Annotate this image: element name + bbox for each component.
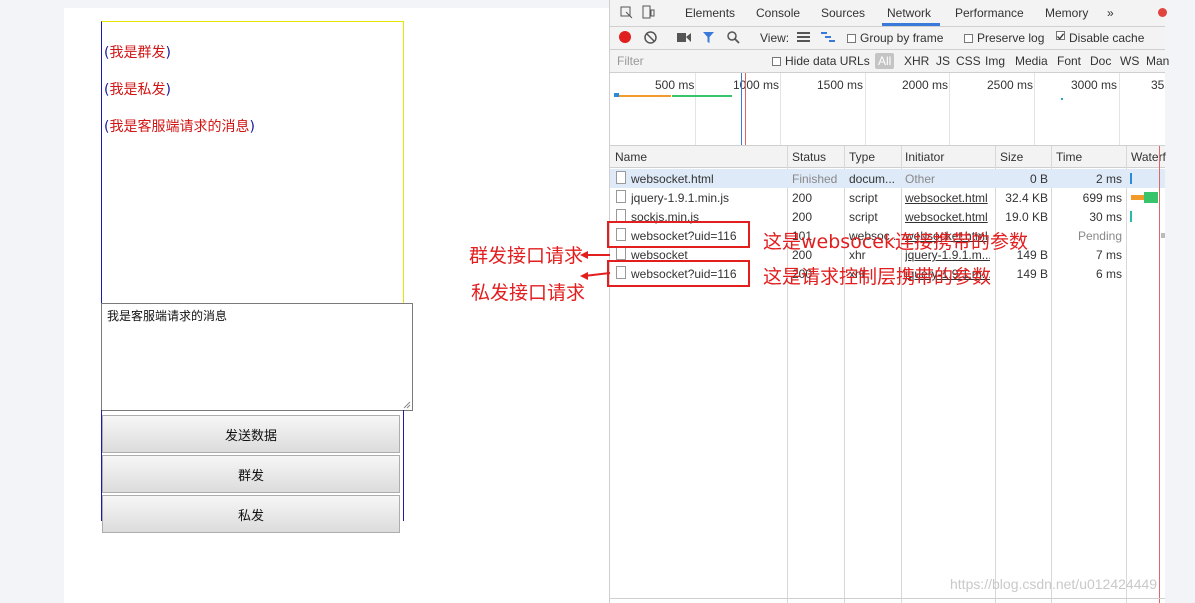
filter-input[interactable]: Filter [617, 54, 644, 68]
table-row[interactable]: websocket.html Finished docum... Other 0… [610, 169, 1165, 188]
message-item: (我是群发) [104, 45, 171, 61]
watermark: https://blog.csdn.net/u012424449 [950, 576, 1158, 592]
message-item: (我是私发) [104, 82, 171, 98]
more-tabs-button[interactable]: » [1107, 6, 1114, 20]
waterfall-bar [1130, 211, 1132, 222]
timeline-gridline [1034, 73, 1035, 145]
annotation-group-label: 群发接口请求 [469, 245, 584, 267]
table-row[interactable]: jquery-1.9.1.min.js 200 script websocket… [610, 188, 1165, 207]
send-data-button[interactable]: 发送数据 [102, 415, 400, 453]
column-initiator[interactable]: Initiator [905, 150, 944, 164]
timeline-tick: 2000 ms [902, 78, 949, 92]
file-icon [616, 171, 626, 184]
devtools-tab-bar: Elements Console Sources Network Perform… [610, 0, 1167, 27]
tab-memory[interactable]: Memory [1045, 6, 1088, 20]
column-name[interactable]: Name [615, 150, 647, 164]
column-type[interactable]: Type [849, 150, 875, 164]
filter-type-all[interactable]: All [875, 53, 895, 69]
active-tab-indicator [882, 23, 940, 26]
timeline-gridline [949, 73, 950, 145]
filter-icon[interactable] [702, 31, 715, 44]
filter-bar: Filter Hide data URLs All XHR JS CSS Img… [610, 50, 1169, 73]
waterfall-bar [1130, 173, 1132, 184]
annotation-ws-note: 这是websocek连接携带的参数 [763, 231, 1028, 253]
device-toolbar-icon[interactable] [642, 5, 655, 19]
waterfall-bar [1131, 195, 1144, 200]
timeline-bar-doc [614, 93, 619, 97]
timeline-gridline [865, 73, 866, 145]
filter-type-manifest[interactable]: Man [1146, 54, 1169, 68]
group-send-button[interactable]: 群发 [102, 455, 400, 493]
annotation-box-ws [607, 221, 750, 248]
annotation-ctrl-note: 这是请求控制层携带的参数 [763, 266, 992, 288]
filter-type-img[interactable]: Img [985, 54, 1005, 68]
filter-type-ws[interactable]: WS [1120, 54, 1139, 68]
tab-console[interactable]: Console [756, 6, 800, 20]
filter-type-doc[interactable]: Doc [1090, 54, 1111, 68]
filter-type-media[interactable]: Media [1015, 54, 1048, 68]
error-count-icon[interactable] [1158, 8, 1167, 17]
waterfall-overview-icon[interactable] [821, 32, 835, 43]
filter-type-js[interactable]: JS [936, 54, 950, 68]
record-icon[interactable] [619, 31, 631, 43]
status-bar-divider [610, 598, 1165, 599]
file-icon [616, 190, 626, 203]
timeline-bar-receive [672, 95, 732, 97]
message-item: (我是客服端请求的消息) [104, 119, 255, 135]
timeline-tick: 3000 ms [1071, 78, 1118, 92]
preserve-log-checkbox[interactable] [964, 34, 973, 43]
tab-elements[interactable]: Elements [685, 6, 735, 20]
column-waterfall[interactable]: Waterf [1131, 150, 1166, 164]
group-by-frame-checkbox[interactable] [847, 34, 856, 43]
column-status[interactable]: Status [792, 150, 826, 164]
inspect-element-icon[interactable] [620, 6, 633, 19]
devtools-panel: Elements Console Sources Network Perform… [609, 0, 1169, 603]
waterfall-bar [1161, 233, 1165, 238]
timeline-tick: 1500 ms [817, 78, 864, 92]
timeline-gridline [695, 73, 696, 145]
column-time[interactable]: Time [1056, 150, 1082, 164]
network-toolbar: View: Group by frame Preserve log Disabl… [610, 27, 1165, 50]
waterfall-bar [1144, 192, 1158, 203]
view-label: View: [760, 31, 790, 45]
timeline-bar-script [614, 95, 671, 97]
timeline-tick: 35 [1151, 78, 1165, 92]
timeline-tick: 1000 ms [733, 78, 780, 92]
filter-type-xhr[interactable]: XHR [904, 54, 929, 68]
filter-type-font[interactable]: Font [1057, 54, 1081, 68]
message-log: (我是群发) (我是私发) (我是客服端请求的消息) [101, 21, 404, 305]
tab-sources[interactable]: Sources [821, 6, 865, 20]
preserve-log-option[interactable]: Preserve log [964, 31, 1044, 45]
tab-performance[interactable]: Performance [955, 6, 1024, 20]
timeline-gridline [780, 73, 781, 145]
load-event-line [1159, 146, 1160, 603]
private-send-button[interactable]: 私发 [102, 495, 400, 533]
large-rows-icon[interactable] [797, 32, 810, 43]
load-event-line [745, 73, 746, 145]
timeline-tick: 500 ms [655, 78, 695, 92]
column-size[interactable]: Size [1000, 150, 1023, 164]
search-icon[interactable] [727, 31, 740, 44]
dom-content-loaded-line [741, 73, 742, 145]
annotation-arrows-icon [580, 251, 611, 280]
tab-network[interactable]: Network [887, 6, 931, 20]
timeline-bar-ws [1061, 98, 1063, 100]
filter-type-css[interactable]: CSS [956, 54, 981, 68]
capture-screenshots-icon[interactable] [677, 32, 691, 43]
hide-data-urls-option[interactable]: Hide data URLs [772, 54, 870, 68]
resize-grip-icon[interactable] [403, 401, 411, 409]
timeline-gridline [1119, 73, 1120, 145]
hide-data-urls-checkbox[interactable] [772, 57, 781, 66]
clear-icon[interactable] [644, 31, 657, 44]
timeline-overview: 500 ms 1000 ms 1500 ms 2000 ms 2500 ms 3… [610, 73, 1165, 146]
message-textarea[interactable]: 我是客服端请求的消息 [101, 303, 413, 411]
annotation-box-ctrl [607, 260, 750, 287]
annotation-private-label: 私发接口请求 [471, 282, 586, 304]
file-icon [616, 247, 626, 260]
requests-table-header: Name Status Type Initiator Size Time Wat… [610, 146, 1166, 168]
timeline-tick: 2500 ms [987, 78, 1034, 92]
group-by-frame-option[interactable]: Group by frame [847, 31, 943, 45]
disable-cache-checkbox[interactable] [1056, 31, 1065, 40]
disable-cache-option[interactable]: Disable cache [1056, 31, 1144, 45]
